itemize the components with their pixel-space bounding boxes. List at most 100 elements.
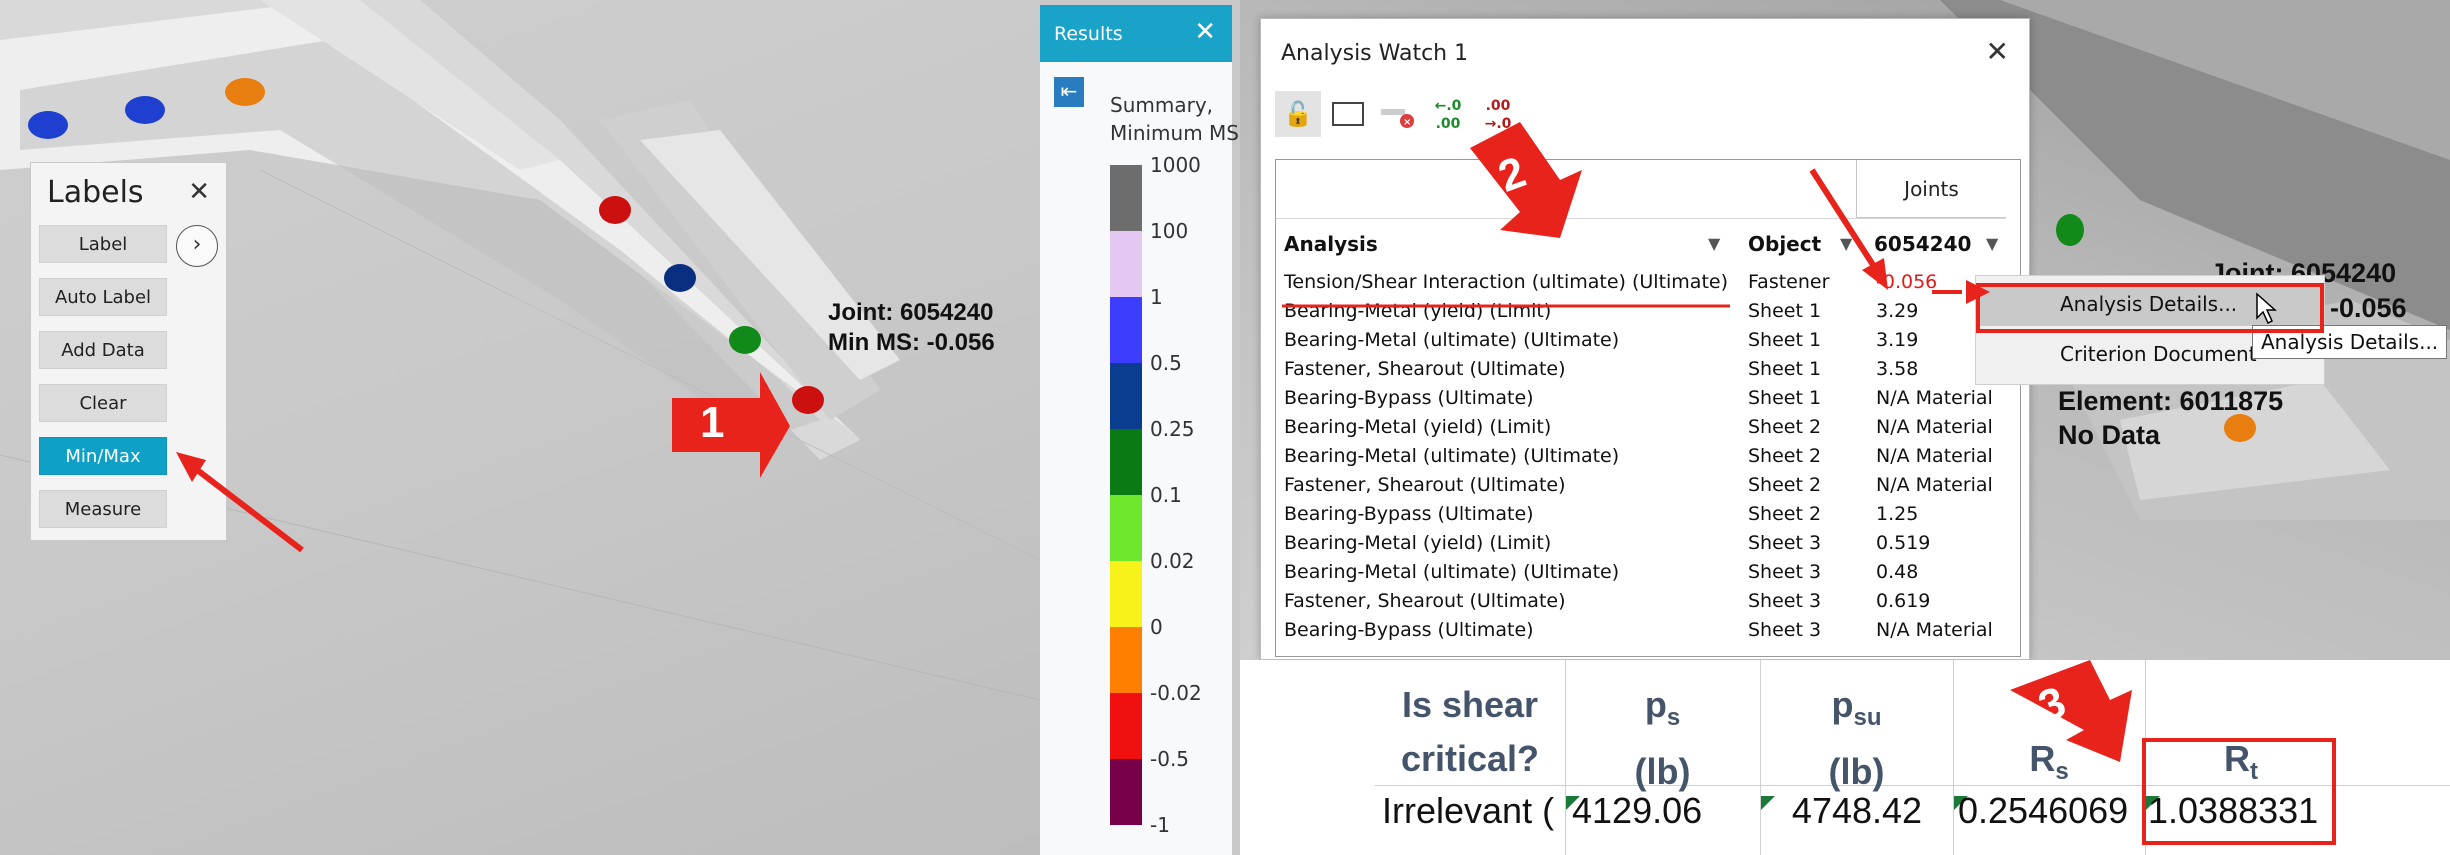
close-icon[interactable]: ✕ <box>188 177 210 207</box>
table-row[interactable]: Bearing-Metal (yield) (Limit) Sheet 2 N/A … <box>1276 413 2006 442</box>
close-icon[interactable]: ✕ <box>1986 35 2009 68</box>
clear-icon[interactable]: × <box>1375 91 1421 137</box>
results-subtitle-line2: Minimum MS <box>1110 121 1239 145</box>
header-line: critical? <box>1400 738 1540 779</box>
window-title: Analysis Watch 1 <box>1281 41 1469 66</box>
legend-swatch <box>1110 363 1142 429</box>
object-cell: Sheet 3 <box>1748 561 1822 583</box>
table-row[interactable]: Bearing-Bypass (Ultimate) Sheet 2 1.25 <box>1276 500 2006 529</box>
object-cell: Sheet 2 <box>1748 416 1822 438</box>
legend-tick-label: -0.5 <box>1150 747 1190 771</box>
table-row[interactable]: Bearing-Metal (yield) (Limit) Sheet 3 0.51… <box>1276 529 2006 558</box>
analysis-cell: Bearing-Metal (ultimate) (Ultimate) <box>1284 445 1620 467</box>
object-cell: Sheet 1 <box>1748 300 1822 322</box>
model-viewport[interactable]: Joint: 6054240 Min MS: -0.056 Labels ✕ L… <box>0 0 1040 855</box>
cell-rs[interactable]: 0.2546069 <box>1958 790 2128 832</box>
filter-icon[interactable]: ▼ <box>1986 234 1998 253</box>
analysis-cell: Bearing-Metal (ultimate) (Ultimate) <box>1284 329 1620 351</box>
analysis-cell: Bearing-Metal (yield) (Limit) <box>1284 300 1552 322</box>
min-max-button[interactable]: Min/Max <box>39 437 167 475</box>
object-cell: Sheet 2 <box>1748 474 1822 496</box>
close-icon[interactable]: ✕ <box>1194 17 1216 47</box>
legend-tick-label: 0.02 <box>1150 549 1195 573</box>
criterion-document-menu-item[interactable]: Criterion Document <box>2060 342 2257 366</box>
analysis-cell: Fastener, Shearout (Ultimate) <box>1284 590 1566 612</box>
legend-swatch <box>1110 759 1142 825</box>
analysis-cell: Bearing-Metal (ultimate) (Ultimate) <box>1284 561 1620 583</box>
table-row[interactable]: Bearing-Metal (ultimate) (Ultimate) Sheet… <box>1276 326 2006 355</box>
measure-button[interactable]: Measure <box>39 490 167 528</box>
collapse-panel-icon[interactable]: ⇤ <box>1054 77 1084 107</box>
labels-panel-title: Labels <box>47 175 144 210</box>
value-cell: 3.58 <box>1876 358 1919 380</box>
legend-swatch <box>1110 627 1142 693</box>
filter-icon[interactable]: ▼ <box>1840 234 1852 253</box>
header-symbol: p <box>1644 684 1667 725</box>
cell-ps[interactable]: 4129.06 <box>1572 790 1702 832</box>
labels-panel: Labels ✕ Label › Auto Label Add Data Cle… <box>30 162 227 541</box>
results-subtitle-line1: Summary, <box>1110 93 1214 117</box>
fastener-marker <box>664 264 696 292</box>
auto-label-button[interactable]: Auto Label <box>39 278 167 316</box>
cell-rt[interactable]: 1.0388331 <box>2148 790 2318 832</box>
object-cell: Sheet 2 <box>1748 503 1822 525</box>
legend-tick-label: -1 <box>1150 813 1170 837</box>
table-row[interactable]: Fastener, Shearout (Ultimate) Sheet 1 3.58 <box>1276 355 2006 384</box>
right-ms-value: -0.056 <box>2330 293 2407 323</box>
table-row[interactable]: Tension/Shear Interaction (ultimate) (Ul… <box>1276 268 2006 297</box>
value-cell: 3.29 <box>1876 300 1919 322</box>
filter-icon[interactable]: ▼ <box>1708 234 1720 253</box>
analysis-column-header[interactable]: Analysis <box>1284 232 1378 256</box>
lock-icon[interactable]: 🔓 <box>1275 91 1321 137</box>
table-row[interactable]: Bearing-Metal (ultimate) (Ultimate) Sheet… <box>1276 558 2006 587</box>
analysis-table: Joints Analysis ▼ Object ▼ 6054240 ▼ Ten… <box>1275 159 2021 657</box>
value-cell: 1.25 <box>1876 503 1919 525</box>
table-row[interactable]: Bearing-Metal (yield) (Limit) Sheet 1 3.29 <box>1276 297 2006 326</box>
joint-column-header[interactable]: 6054240 <box>1874 232 1971 256</box>
color-legend-bar <box>1110 165 1142 825</box>
value-cell: N/A Material <box>1876 619 1993 641</box>
value-cell: N/A Material <box>1876 416 1993 438</box>
header-subscript: su <box>1853 704 1882 732</box>
object-cell: Fastener <box>1748 271 1830 293</box>
analysis-details-menu-item[interactable]: Analysis Details... <box>2060 292 2237 316</box>
clear-button[interactable]: Clear <box>39 384 167 422</box>
analysis-cell: Bearing-Bypass (Ultimate) <box>1284 387 1534 409</box>
table-row[interactable]: Bearing-Metal (ultimate) (Ultimate) Sheet… <box>1276 442 2006 471</box>
analysis-cell: Bearing-Bypass (Ultimate) <box>1284 619 1534 641</box>
legend-swatch <box>1110 693 1142 759</box>
tooltip: Analysis Details... <box>2252 325 2448 359</box>
increase-decimals-icon[interactable]: ←.0 .00 <box>1425 91 1471 137</box>
analysis-cell: Bearing-Metal (yield) (Limit) <box>1284 416 1552 438</box>
analysis-cell: Bearing-Bypass (Ultimate) <box>1284 503 1534 525</box>
legend-swatch <box>1110 429 1142 495</box>
decrease-decimals-icon[interactable]: .00 →.0 <box>1475 91 1521 137</box>
label-button[interactable]: Label <box>39 225 167 263</box>
svg-text:×: × <box>1403 117 1411 128</box>
results-subtitle: Summary, Minimum MS <box>1110 91 1239 147</box>
table-row[interactable]: Bearing-Bypass (Ultimate) Sheet 1 N/A Mate… <box>1276 384 2006 413</box>
object-cell: Sheet 1 <box>1748 358 1822 380</box>
element-label: Element: 6011875 <box>2058 386 2284 416</box>
object-cell: Sheet 3 <box>1748 532 1822 554</box>
object-cell: Sheet 1 <box>1748 329 1822 351</box>
results-panel: Results ✕ ⇤ Summary, Minimum MS 1000 100 1… <box>1040 5 1239 855</box>
legend-swatch <box>1110 561 1142 627</box>
select-rectangle-icon[interactable] <box>1325 91 1371 137</box>
add-data-button[interactable]: Add Data <box>39 331 167 369</box>
spreadsheet-snippet: Is shear critical? ps (lb) psu (lb) Rs R… <box>1240 660 2450 855</box>
object-column-header[interactable]: Object <box>1748 232 1821 256</box>
table-row[interactable]: Fastener, Shearout (Ultimate) Sheet 3 0.61… <box>1276 587 2006 616</box>
header-symbol: R <box>2029 738 2056 779</box>
fastener-marker <box>2056 214 2084 246</box>
cell-is-shear-critical[interactable]: Irrelevant ( <box>1382 790 1554 832</box>
results-header: Results ✕ <box>1040 5 1232 62</box>
results-title: Results <box>1054 23 1123 45</box>
chevron-right-icon[interactable]: › <box>176 225 218 267</box>
header-is-shear-critical: Is shear critical? <box>1375 678 1565 786</box>
table-row[interactable]: Bearing-Bypass (Ultimate) Sheet 3 N/A Mate… <box>1276 616 2006 645</box>
cell-psu[interactable]: 4748.42 <box>1762 790 1952 832</box>
table-row[interactable]: Fastener, Shearout (Ultimate) Sheet 2 N/A … <box>1276 471 2006 500</box>
legend-swatch <box>1110 231 1142 297</box>
header-ps: ps (lb) <box>1565 678 1760 799</box>
